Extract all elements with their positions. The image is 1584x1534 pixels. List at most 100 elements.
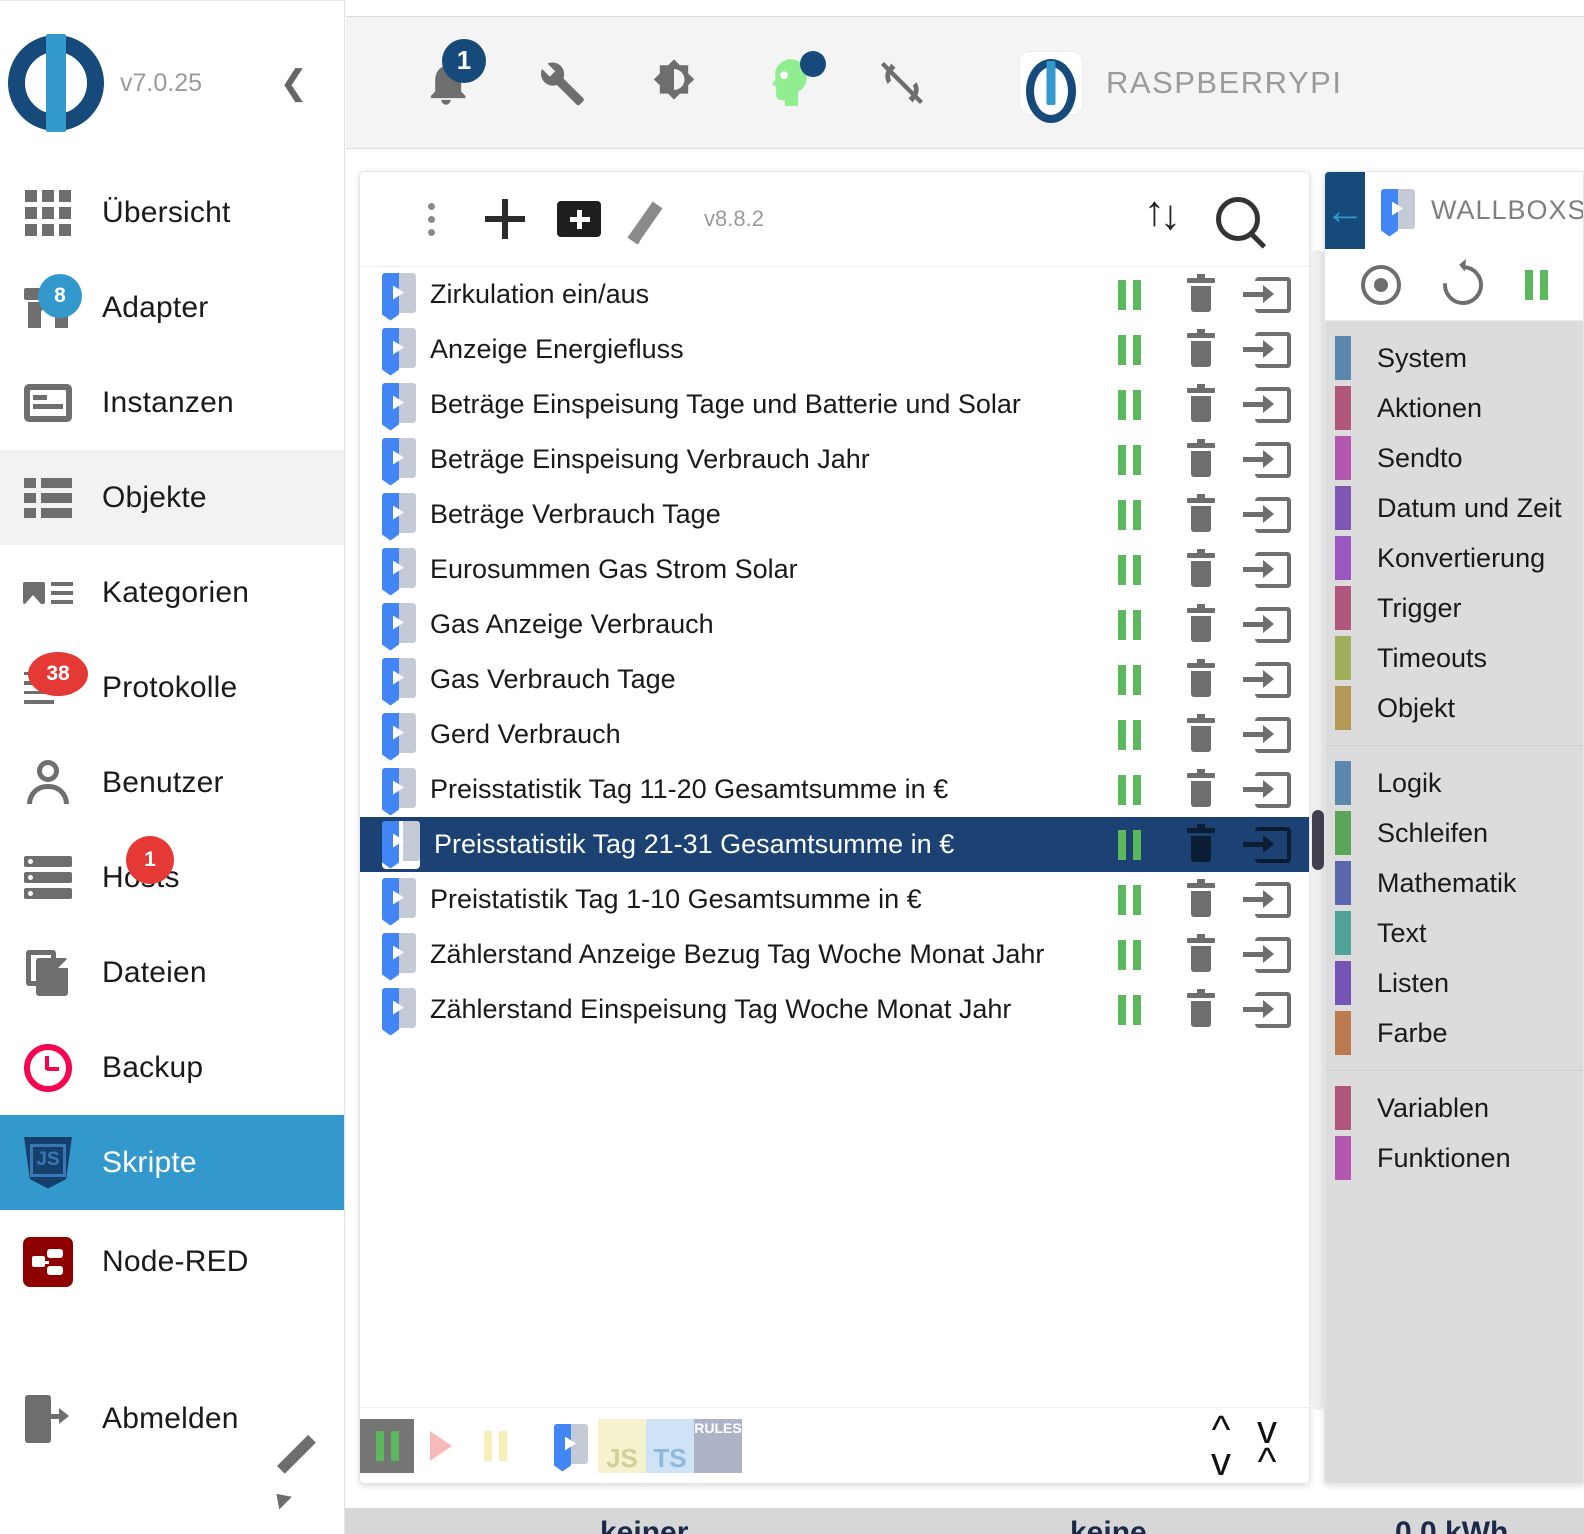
script-row[interactable]: Zirkulation ein/aus [360, 267, 1309, 322]
pause-icon[interactable] [1093, 322, 1165, 377]
pause-icon[interactable] [1093, 872, 1165, 927]
vertical-scrollbar-thumb[interactable] [1312, 810, 1324, 870]
script-row[interactable]: Gas Verbrauch Tage [360, 652, 1309, 707]
expand-all-icon[interactable]: ^ v [1211, 1410, 1231, 1482]
script-row[interactable]: Zählerstand Einspeisung Tag Woche Monat … [360, 982, 1309, 1037]
script-row[interactable]: Zählerstand Anzeige Bezug Tag Woche Mona… [360, 927, 1309, 982]
script-row[interactable]: Eurosummen Gas Strom Solar [360, 542, 1309, 597]
wrench-icon[interactable] [532, 55, 588, 111]
toolbox-category-logik[interactable]: Logik [1325, 758, 1583, 808]
export-icon[interactable] [1237, 982, 1309, 1037]
pause-icon[interactable] [1093, 652, 1165, 707]
host-chip[interactable]: RASPBERRYPI [1020, 51, 1342, 114]
export-icon[interactable] [1237, 487, 1309, 542]
pause-icon[interactable] [1093, 542, 1165, 597]
toolbox-category-objekt[interactable]: Objekt [1325, 683, 1583, 733]
toolbox-category-schleifen[interactable]: Schleifen [1325, 808, 1583, 858]
sidebar-item-protokolle[interactable]: Protokolle 38 [0, 640, 344, 735]
toolbox-category-system[interactable]: System [1325, 333, 1583, 383]
sidebar-item-benutzer[interactable]: Benutzer [0, 735, 344, 830]
chevron-left-icon[interactable]: ❮ [280, 66, 309, 100]
sidebar-item-kategorien[interactable]: Kategorien [0, 545, 344, 640]
more-vertical-icon[interactable] [394, 182, 468, 256]
export-icon[interactable] [1237, 597, 1309, 652]
pencil-icon[interactable] [616, 182, 690, 256]
pause-icon[interactable] [1093, 982, 1165, 1037]
trash-icon[interactable] [1165, 322, 1237, 377]
search-icon[interactable] [1201, 182, 1275, 256]
toolbox-category-text[interactable]: Text [1325, 908, 1583, 958]
plus-icon[interactable] [468, 182, 542, 256]
pause-icon[interactable] [1093, 927, 1165, 982]
reload-icon[interactable] [1434, 256, 1491, 313]
trash-icon[interactable] [1165, 432, 1237, 487]
filter-paused-icon[interactable] [468, 1419, 522, 1473]
filter-javascript-icon[interactable]: JS [598, 1418, 646, 1473]
filter-typescript-icon[interactable]: TS [646, 1418, 694, 1473]
center-blocks-icon[interactable] [1360, 264, 1401, 305]
trash-icon[interactable] [1165, 377, 1237, 432]
bell-icon[interactable]: 1 [418, 38, 486, 111]
pause-icon[interactable] [1093, 707, 1165, 762]
sidebar-item-adapter[interactable]: Adapter 8 [0, 260, 344, 355]
sidebar-item--bersicht[interactable]: Übersicht [0, 165, 344, 260]
script-row[interactable]: Beträge Einspeisung Verbrauch Jahr [360, 432, 1309, 487]
toolbox-category-sendto[interactable]: Sendto [1325, 433, 1583, 483]
trash-icon[interactable] [1165, 652, 1237, 707]
trash-icon[interactable] [1165, 872, 1237, 927]
pause-icon[interactable] [1524, 269, 1548, 300]
sidebar-item-instanzen[interactable]: Instanzen [0, 355, 344, 450]
arrow-left-icon[interactable]: ← [1325, 172, 1365, 249]
script-row[interactable]: Anzeige Energiefluss [360, 322, 1309, 377]
script-row[interactable]: Gerd Verbrauch [360, 707, 1309, 762]
script-row[interactable]: Gas Anzeige Verbrauch [360, 597, 1309, 652]
hide-values-icon[interactable] [874, 55, 930, 111]
filter-blockly-icon[interactable] [544, 1419, 598, 1473]
toolbox-category-trigger[interactable]: Trigger [1325, 583, 1583, 633]
trash-icon[interactable] [1165, 542, 1237, 597]
trash-icon[interactable] [1165, 762, 1237, 817]
export-icon[interactable] [1237, 927, 1309, 982]
export-icon[interactable] [1237, 817, 1309, 872]
toolbox-category-variablen[interactable]: Variablen [1325, 1083, 1583, 1133]
toolbox-category-listen[interactable]: Listen [1325, 958, 1583, 1008]
export-icon[interactable] [1237, 542, 1309, 597]
pause-icon[interactable] [1093, 267, 1165, 322]
pencil-icon[interactable] [270, 1434, 320, 1510]
export-icon[interactable] [1237, 322, 1309, 377]
filter-running-icon[interactable] [360, 1418, 414, 1473]
trash-icon[interactable] [1165, 927, 1237, 982]
sidebar-item-objekte[interactable]: Objekte [0, 450, 344, 545]
export-icon[interactable] [1237, 432, 1309, 487]
export-icon[interactable] [1237, 652, 1309, 707]
pause-icon[interactable] [1093, 487, 1165, 542]
export-icon[interactable] [1237, 267, 1309, 322]
filter-play-icon[interactable] [414, 1419, 468, 1473]
toolbox-category-timeouts[interactable]: Timeouts [1325, 633, 1583, 683]
sidebar-item-dateien[interactable]: Dateien [0, 925, 344, 1020]
trash-icon[interactable] [1165, 597, 1237, 652]
pause-icon[interactable] [1093, 597, 1165, 652]
toolbox-category-funktionen[interactable]: Funktionen [1325, 1133, 1583, 1183]
export-icon[interactable] [1237, 762, 1309, 817]
toolbox-category-aktionen[interactable]: Aktionen [1325, 383, 1583, 433]
export-icon[interactable] [1237, 377, 1309, 432]
sidebar-item-node-red[interactable]: Node-RED [0, 1214, 344, 1309]
export-icon[interactable] [1237, 707, 1309, 762]
script-row[interactable]: Beträge Verbrauch Tage [360, 487, 1309, 542]
export-icon[interactable] [1237, 872, 1309, 927]
toolbox-category-datum-und-zeit[interactable]: Datum und Zeit [1325, 483, 1583, 533]
script-row[interactable]: Preisstatistik Tag 11-20 Gesamtsumme in … [360, 762, 1309, 817]
filter-rules-icon[interactable]: RULES [694, 1418, 742, 1473]
pause-icon[interactable] [1093, 377, 1165, 432]
folder-add-icon[interactable] [542, 182, 616, 256]
trash-icon[interactable] [1165, 487, 1237, 542]
script-row[interactable]: Preisstatistik Tag 21-31 Gesamtsumme in … [360, 817, 1309, 872]
trash-icon[interactable] [1165, 267, 1237, 322]
toolbox-category-mathematik[interactable]: Mathematik [1325, 858, 1583, 908]
sort-arrows-icon[interactable] [1127, 182, 1201, 256]
trash-icon[interactable] [1165, 817, 1237, 872]
brightness-contrast-icon[interactable] [646, 55, 702, 111]
script-row[interactable]: Beträge Einspeisung Tage und Batterie un… [360, 377, 1309, 432]
pause-icon[interactable] [1093, 762, 1165, 817]
